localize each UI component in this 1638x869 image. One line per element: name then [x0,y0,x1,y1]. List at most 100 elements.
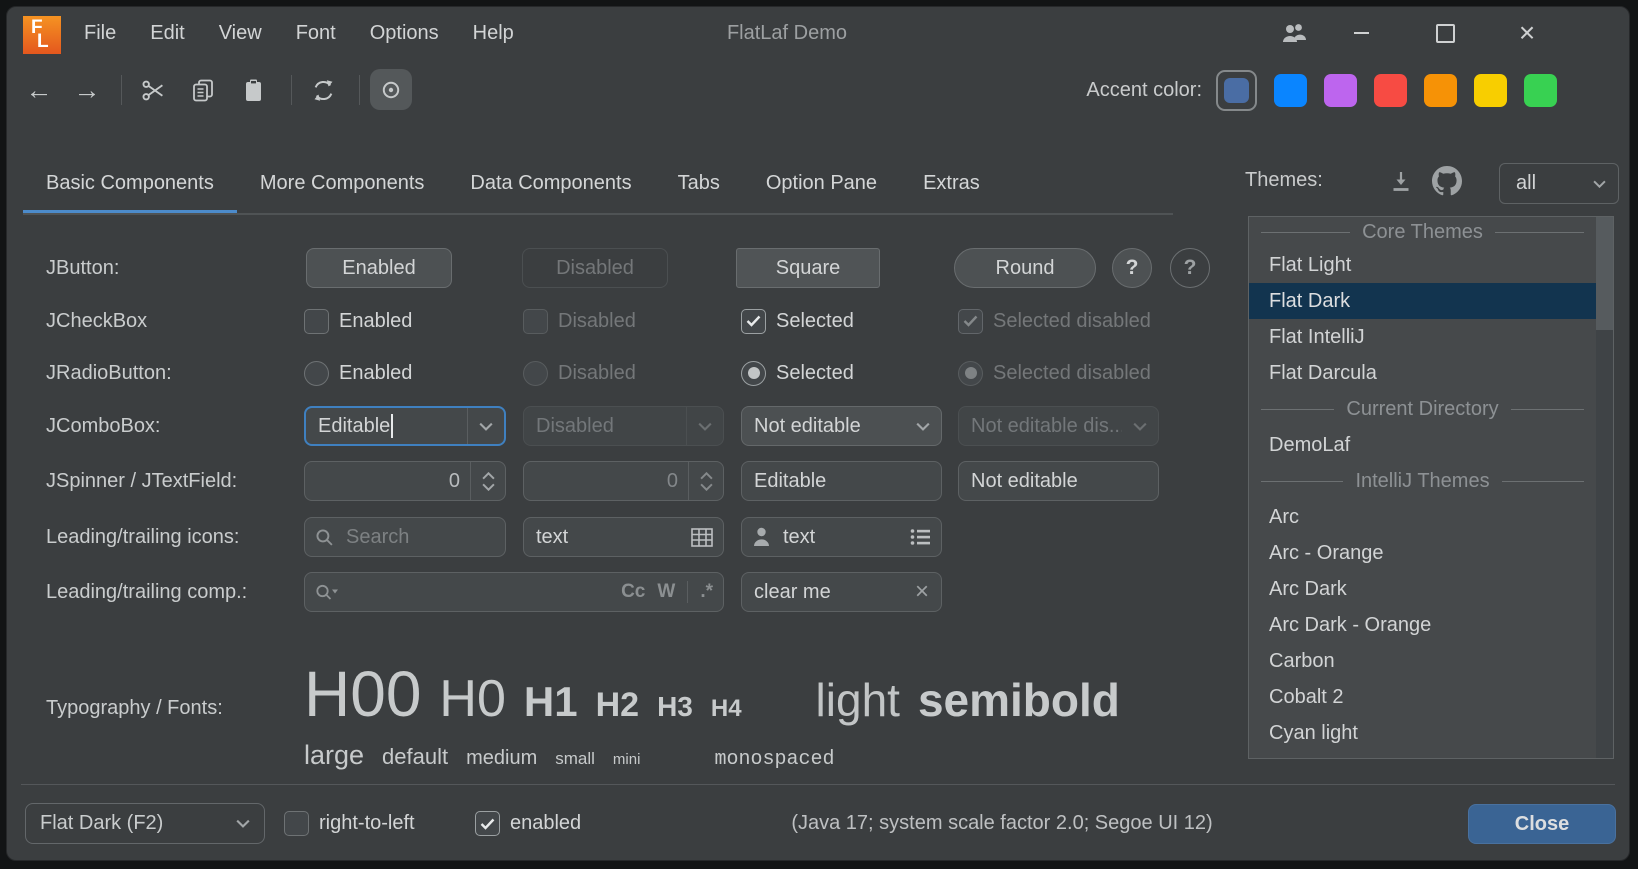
theme-item-arc-orange[interactable]: Arc - Orange [1249,535,1596,571]
paste-button[interactable] [235,70,271,110]
theme-item-arc[interactable]: Arc [1249,499,1596,535]
users-button[interactable] [1275,7,1315,59]
theme-item-arc-dark-orange[interactable]: Arc Dark - Orange [1249,607,1596,643]
menu-edit[interactable]: Edit [133,22,201,45]
radio-enabled[interactable]: Enabled [304,353,506,393]
spinner-buttons[interactable] [471,472,505,491]
chevron-down-icon[interactable] [468,422,504,431]
monospaced-sample: monospaced [714,748,834,771]
copy-button[interactable] [185,70,221,110]
search-with-options-field[interactable]: Cc W .* [304,572,724,612]
enabled-checkbox[interactable]: enabled [475,803,581,844]
spinner-1-value[interactable]: 0 [305,470,470,493]
forward-button[interactable]: → [69,70,105,110]
clearable-field[interactable]: clear me × [741,572,942,612]
themes-filter-combobox[interactable]: all [1499,163,1619,204]
tab-more-components[interactable]: More Components [237,151,448,215]
combobox-editable-value[interactable]: Editable [306,414,467,438]
download-themes-button[interactable] [1385,165,1417,197]
accent-swatch-purple[interactable] [1324,74,1357,107]
checkbox-selected[interactable]: Selected [741,301,942,341]
square-button[interactable]: Square [736,248,880,288]
combobox-not-editable[interactable]: Not editable [741,406,942,446]
menu-file[interactable]: File [67,22,133,45]
lookandfeel-value: Flat Dark (F2) [26,812,236,835]
clear-icon[interactable]: × [915,580,929,604]
theme-item-carbon[interactable]: Carbon [1249,643,1596,679]
close-icon: × [1519,17,1535,49]
radio-selected[interactable]: Selected [741,353,942,393]
spinner-1[interactable]: 0 [304,461,506,501]
theme-item-dark-flat[interactable]: Dark Flat [1249,751,1596,759]
textfield-not-editable[interactable]: Not editable [958,461,1159,501]
menu-view[interactable]: View [202,22,279,45]
theme-item-flat-intellij[interactable]: Flat IntelliJ [1249,319,1596,355]
theme-item-cobalt-2[interactable]: Cobalt 2 [1249,679,1596,715]
tab-extras[interactable]: Extras [900,151,1003,215]
search-options: Cc W .* [621,581,713,603]
right-to-left-checkbox[interactable]: right-to-left [284,803,415,844]
text-field-user-icon[interactable]: text [741,517,942,557]
theme-item-flat-dark[interactable]: Flat Dark [1249,283,1596,319]
theme-item-flat-darcula[interactable]: Flat Darcula [1249,355,1596,391]
menu-font[interactable]: Font [279,22,353,45]
round-button[interactable]: Round [954,248,1096,288]
help-button-outline[interactable]: ? [1170,248,1210,288]
bottom-separator [21,784,1615,785]
show-hidden-toggle[interactable] [370,69,412,110]
github-button[interactable] [1431,165,1463,197]
tab-tabs[interactable]: Tabs [655,151,743,215]
users-icon [1282,22,1308,44]
theme-item-arc-dark[interactable]: Arc Dark [1249,571,1596,607]
maximize-button[interactable] [1427,7,1463,59]
enabled-button[interactable]: Enabled [306,248,452,288]
app-logo: F L [23,16,61,54]
refresh-button[interactable] [305,70,341,110]
tab-data-components[interactable]: Data Components [447,151,654,215]
copy-icon [192,79,214,102]
text-field-table-icon[interactable]: text [523,517,724,557]
accent-swatch-green[interactable] [1524,74,1557,107]
tab-option-pane[interactable]: Option Pane [743,151,900,215]
accent-swatch-red[interactable] [1374,74,1407,107]
spinner-2[interactable]: 0 [523,461,724,501]
accent-swatch-yellow[interactable] [1474,74,1507,107]
search-field[interactable]: Search [304,517,506,557]
jspinner-label: JSpinner / JTextField: [46,461,237,501]
help-button-filled[interactable]: ? [1112,248,1152,288]
close-button[interactable]: Close [1468,804,1616,844]
theme-item-demolaf[interactable]: DemoLaf [1249,427,1596,463]
whole-word-button[interactable]: W [657,581,675,603]
forward-arrow-icon: → [74,77,101,104]
themes-filter-value: all [1500,172,1593,195]
tab-basic-components[interactable]: Basic Components [23,151,237,215]
accent-swatch-default-selected[interactable] [1216,70,1257,111]
menu-options[interactable]: Options [353,22,456,45]
jcombobox-row: JComboBox: Editable Disabled Not editabl… [7,406,1159,446]
menubar: File Edit View Font Options Help [67,7,531,59]
back-button[interactable]: ← [21,70,57,110]
spinner-buttons[interactable] [689,472,723,491]
search-dropdown-icon[interactable] [315,583,339,602]
jcheckbox-label: JCheckBox [46,301,147,341]
window-close-button[interactable]: × [1509,7,1545,59]
regex-button[interactable]: .* [700,581,713,603]
typography-sizes: large default medium small mini monospac… [304,740,834,771]
textfield-editable[interactable]: Editable [741,461,942,501]
themes-scrollbar[interactable] [1596,217,1613,758]
menu-help[interactable]: Help [456,22,531,45]
text-caret [391,414,393,438]
lookandfeel-combobox[interactable]: Flat Dark (F2) [25,803,265,844]
spinner-2-value[interactable]: 0 [524,470,688,493]
checkbox-enabled[interactable]: Enabled [304,301,506,341]
match-case-button[interactable]: Cc [621,581,645,603]
theme-item-flat-light[interactable]: Flat Light [1249,247,1596,283]
accent-swatch-blue[interactable] [1274,74,1307,107]
combobox-editable[interactable]: Editable [304,406,506,446]
small-size-sample: small [555,749,595,769]
cut-button[interactable] [135,70,171,110]
accent-swatch-orange[interactable] [1424,74,1457,107]
theme-item-cyan-light[interactable]: Cyan light [1249,715,1596,751]
themes-scrollbar-thumb[interactable] [1596,217,1613,330]
minimize-button[interactable] [1343,7,1379,59]
